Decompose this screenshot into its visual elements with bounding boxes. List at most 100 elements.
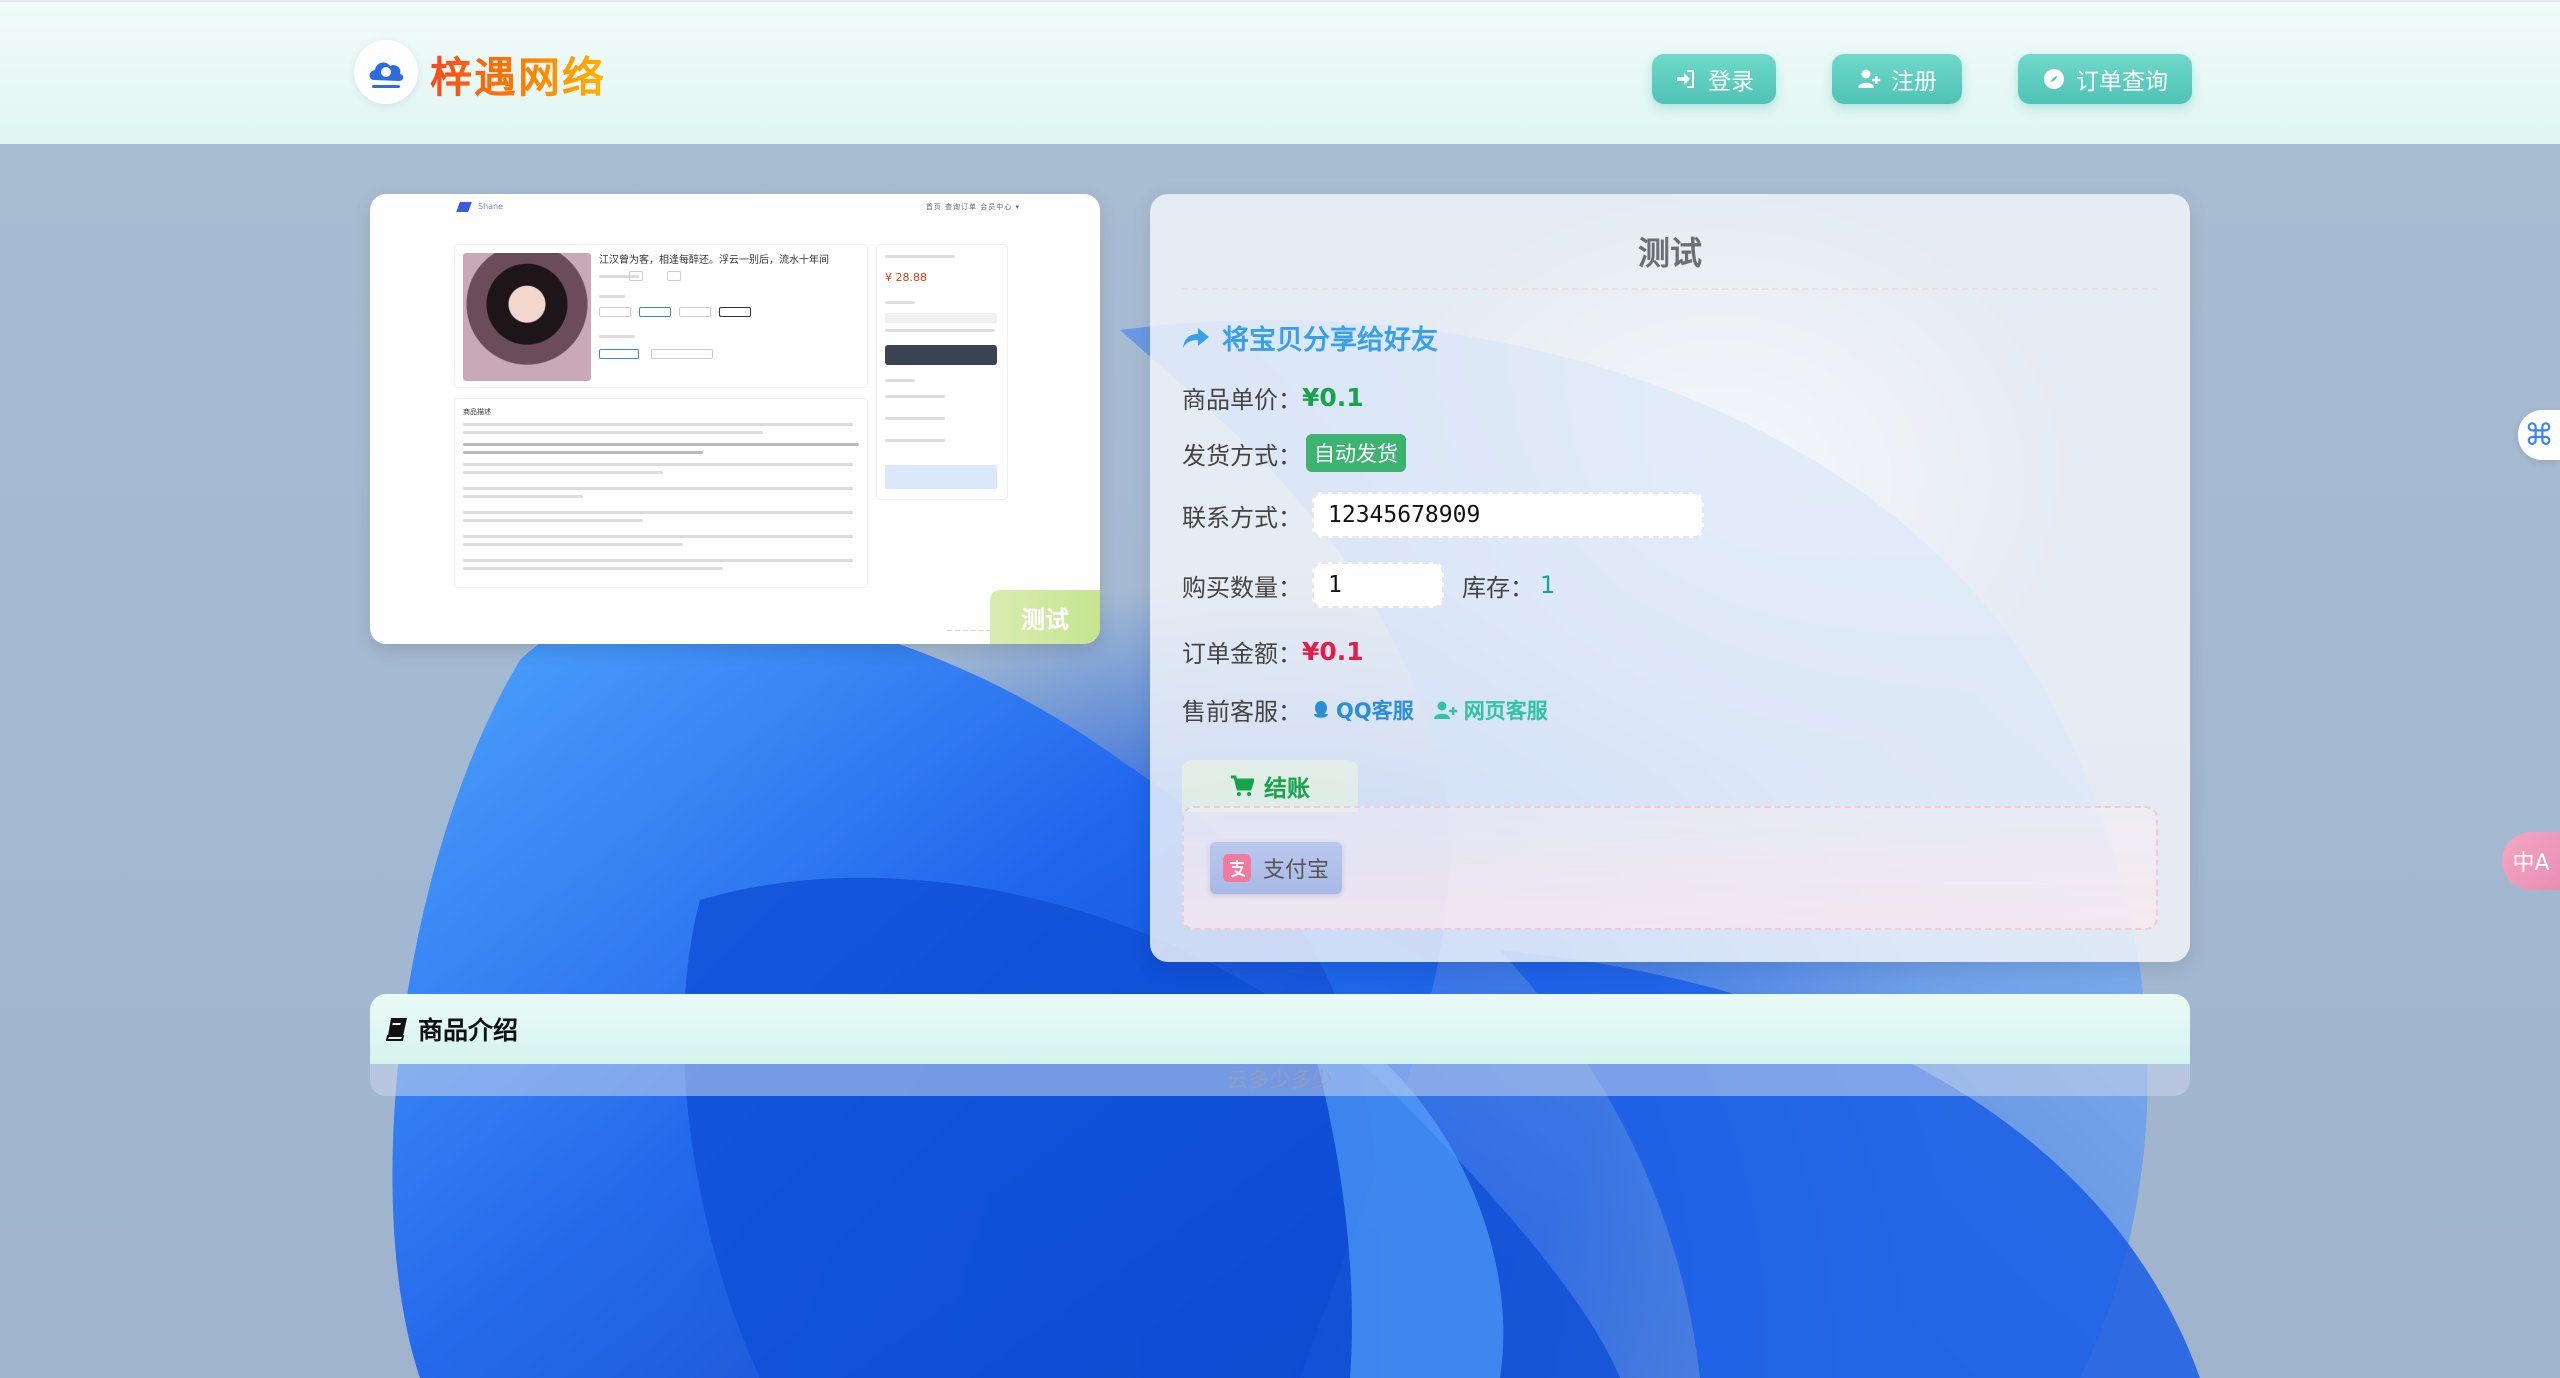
mini-line [885,395,945,398]
contact-row: 联系方式： 12345678909 [1182,492,1704,538]
mini-chip [679,307,711,317]
delivery-row: 发货方式： 自动发货 [1182,434,1406,472]
mini-line [463,443,859,446]
order-query-button[interactable]: 订单查询 [2018,54,2192,104]
mini-line [463,543,683,546]
site-logo[interactable] [354,40,418,104]
mini-topbar: Shane 首页 查询订单 会员中心 ▾ [456,202,1020,216]
payment-box: 支付宝 [1182,806,2158,930]
mini-line [463,431,763,434]
login-button[interactable]: 登录 [1652,54,1776,104]
amount-row: 订单金额： ¥0.1 [1182,634,1364,669]
web-service-label: 网页客服 [1463,698,1548,723]
share-link[interactable]: 将宝贝分享给好友 [1182,318,1438,357]
mini-price: ¥ 28.88 [885,271,927,284]
mini-line [463,423,853,426]
alipay-icon [1222,854,1251,882]
mini-line [885,301,915,304]
mini-line [463,567,723,570]
mini-chip [629,271,643,281]
checkout-tab[interactable]: 结账 [1182,760,1358,812]
contact-label: 联系方式： [1182,503,1302,532]
sign-in-icon [1677,70,1694,88]
mini-chip [599,349,639,359]
mini-notice [885,465,997,489]
top-header: 梓遇网络 登录 注册 订单查询 [0,0,2560,144]
mini-line [885,329,995,332]
mini-product-title: 江汉曾为客，相逢每醉还。浮云一别后，流水十年间 [599,255,829,266]
product-screenshot: Shane 首页 查询订单 会员中心 ▾ 江汉曾为客，相逢每醉还。浮云一别后，流… [370,194,1100,644]
intro-body: 云多少多少 [370,1064,2190,1096]
mini-logo-icon [456,202,472,212]
product-ribbon: 测试 [990,590,1100,644]
mini-chip [651,349,713,359]
mini-product-photo [463,253,591,381]
unit-price-row: 商品单价： ¥0.1 [1182,380,1364,415]
translate-widget[interactable]: 中A [2502,832,2560,890]
mini-line [885,439,945,442]
intro-header: 商品介绍 [370,994,2190,1064]
amount-label: 订单金额： [1182,640,1302,668]
cloud-logo-icon [369,62,404,88]
login-label: 登录 [1708,69,1754,95]
user-plus-icon [1858,69,1881,88]
unit-price-value: ¥0.1 [1302,383,1364,412]
web-service-link[interactable]: 网页客服 [1433,695,1548,725]
register-label: 注册 [1891,69,1937,95]
mini-input [885,313,997,323]
user-plus-icon [1433,701,1457,719]
mini-line [885,255,955,258]
product-image: Shane 首页 查询订单 会员中心 ▾ 江汉曾为客，相逢每醉还。浮云一别后，流… [370,194,1100,644]
share-icon [1183,327,1209,348]
mini-line [463,451,703,454]
mini-breadcrumb [458,228,898,236]
amount-value: ¥0.1 [1302,637,1364,666]
mini-description: 商品描述 [454,398,868,588]
quantity-label: 购买数量： [1182,573,1302,602]
order-query-label: 订单查询 [2076,69,2168,95]
mini-line [599,335,635,338]
delivery-label: 发货方式： [1182,441,1302,470]
brand-name: 梓遇网络 [430,44,606,105]
mini-line [463,511,853,514]
mini-logo-text: Shane [478,202,504,211]
quantity-input[interactable]: 1 [1312,562,1444,608]
mini-chip [639,307,671,317]
stock-label: 库存： [1462,573,1534,602]
alipay-label: 支付宝 [1262,858,1329,883]
mini-side-panel: ¥ 28.88 [876,244,1008,500]
mini-line [463,535,853,538]
qq-icon [1314,700,1328,718]
register-button[interactable]: 注册 [1832,54,1962,104]
checkout-label: 结账 [1264,776,1310,802]
mini-chip [719,307,751,317]
command-widget[interactable]: ⌘ [2518,410,2560,460]
order-panel: 测试 将宝贝分享给好友 商品单价： ¥0.1 发货方式： 自动发货 联系方式： … [1150,194,2190,962]
mini-desc-header: 商品描述 [463,408,491,416]
qq-service-label: QQ客服 [1336,698,1414,723]
mini-line [463,471,663,474]
mini-line [885,379,915,382]
mini-line [463,519,643,522]
mini-line [463,463,853,466]
mini-nav-links: 首页 查询订单 会员中心 ▾ [925,203,1020,211]
mini-line [463,559,853,562]
intro-title: 商品介绍 [418,1016,519,1045]
mini-product-box: 江汉曾为客，相逢每醉还。浮云一别后，流水十年间 [454,244,868,388]
mini-line [599,295,625,298]
contact-input[interactable]: 12345678909 [1312,492,1704,538]
delivery-badge: 自动发货 [1306,434,1406,472]
stock-value: 1 [1540,571,1556,599]
mini-chip [599,307,631,317]
compass-icon [2044,69,2064,89]
mini-line [463,495,583,498]
quantity-row: 购买数量： 1 库存： 1 [1182,562,1555,608]
mini-line [885,417,945,420]
book-icon [386,1018,407,1041]
service-row: 售前客服： QQ客服 网页客服 [1182,692,1548,727]
mini-line [463,487,853,490]
product-title: 测试 [1637,234,1702,272]
alipay-button[interactable]: 支付宝 [1210,842,1342,894]
mini-chip [667,271,681,281]
qq-service-link[interactable]: QQ客服 [1312,695,1414,725]
